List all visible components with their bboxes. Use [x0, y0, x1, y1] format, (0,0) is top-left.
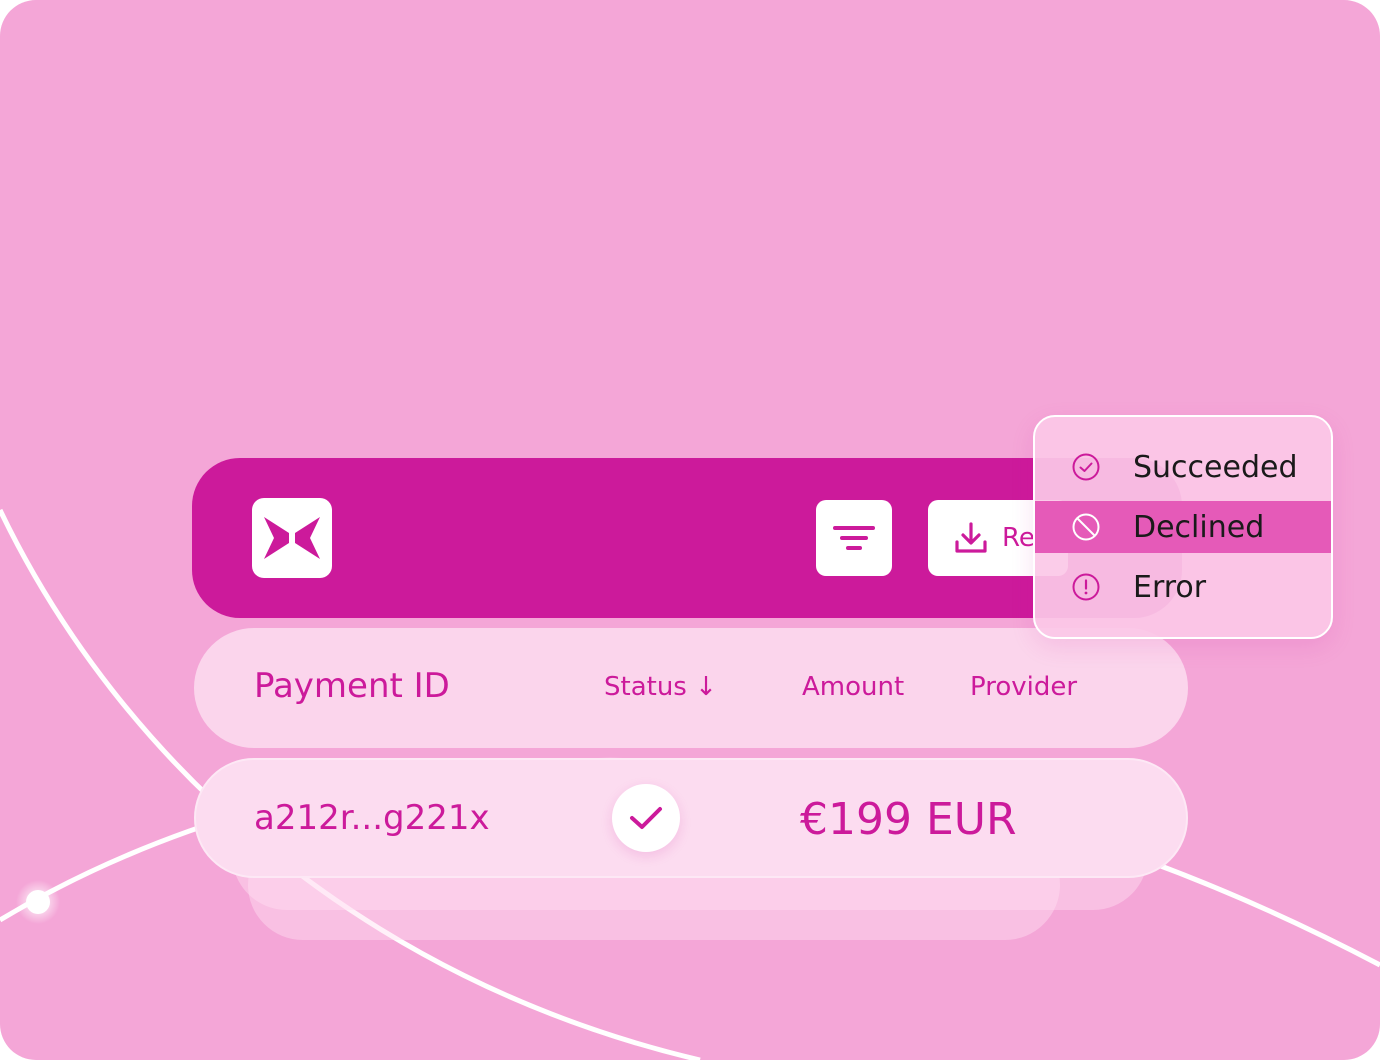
filter-button[interactable] [816, 500, 892, 576]
status-option-label: Succeeded [1133, 449, 1298, 485]
checkmark-icon [630, 807, 662, 829]
download-icon [954, 522, 988, 554]
butterfly-logo-icon [264, 517, 320, 559]
amount-cell: €199 EUR [800, 794, 1017, 845]
status-succeeded-badge [612, 784, 680, 852]
status-filter-dropdown: Succeeded Declined Error [1033, 415, 1333, 639]
status-option-declined[interactable]: Declined [1035, 501, 1331, 553]
column-header-status[interactable]: Status ↓ [604, 672, 717, 702]
table-header-row: Payment ID Status ↓ Amount Provider [194, 628, 1188, 748]
table-row[interactable]: a212r...g221x €199 EUR [194, 758, 1188, 878]
check-circle-icon [1071, 452, 1101, 482]
filter-icon [833, 526, 875, 550]
column-header-payment-id[interactable]: Payment ID [254, 666, 450, 706]
ban-icon [1071, 512, 1101, 542]
alert-circle-icon [1071, 572, 1101, 602]
download-report-label: Re [1002, 523, 1035, 553]
brand-logo [252, 498, 332, 578]
status-option-label: Error [1133, 569, 1207, 605]
column-header-amount[interactable]: Amount [802, 672, 904, 702]
status-option-error[interactable]: Error [1035, 561, 1331, 613]
status-option-succeeded[interactable]: Succeeded [1035, 441, 1331, 493]
status-option-label: Declined [1133, 509, 1265, 545]
payment-id-cell: a212r...g221x [254, 798, 490, 838]
curve-dot [26, 890, 50, 914]
column-header-provider[interactable]: Provider [970, 672, 1077, 702]
app-canvas: Re Payment ID Status ↓ Amount Provider a… [0, 0, 1380, 1060]
